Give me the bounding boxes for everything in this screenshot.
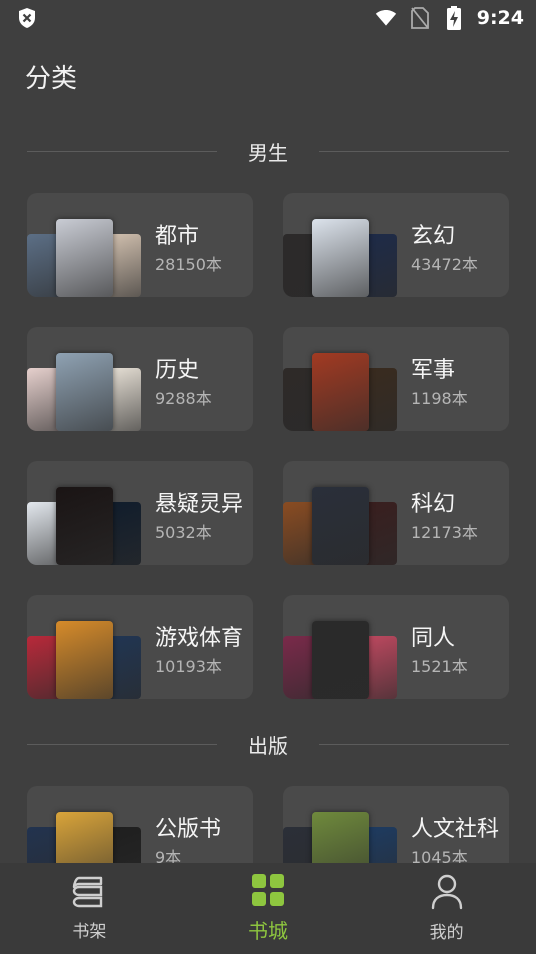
category-count: 9本: [155, 848, 182, 863]
section-title: 男生: [248, 140, 288, 165]
book-covers: [283, 786, 401, 863]
bottom-nav: 书架 书城 我的: [0, 863, 536, 954]
category-count: 1521本: [411, 657, 468, 676]
section-title: 出版: [248, 733, 288, 758]
divider: [27, 151, 217, 152]
book-covers: [27, 786, 145, 863]
book-cover-image: [56, 621, 113, 699]
book-cover-image: [312, 621, 369, 699]
wifi-icon: [375, 7, 397, 29]
category-card[interactable]: 历史 9288本: [27, 327, 253, 431]
category-count: 43472本: [411, 255, 478, 274]
category-name: 游戏体育: [155, 626, 244, 651]
book-covers: [283, 327, 401, 431]
nav-label: 我的: [429, 923, 464, 943]
book-covers: [27, 327, 145, 431]
book-covers: [283, 595, 401, 699]
nav-bookstore[interactable]: 书城: [208, 873, 328, 944]
book-cover-image: [312, 812, 369, 863]
category-name: 玄幻: [411, 224, 456, 249]
category-count: 1045本: [411, 848, 468, 863]
book-cover-image: [312, 219, 369, 297]
category-name: 悬疑灵异: [155, 492, 244, 517]
book-cover-image: [56, 812, 113, 863]
category-grid-male: 都市 28150本 玄幻 43472本 历史 9288本 军事 1198本 悬疑灵异 50…: [0, 184, 536, 699]
category-name: 都市: [155, 224, 200, 249]
category-card[interactable]: 游戏体育 10193本: [27, 595, 253, 699]
category-name: 人文社科: [411, 817, 500, 842]
book-cover-image: [312, 487, 369, 565]
nav-label: 书架: [72, 922, 107, 942]
divider: [319, 744, 509, 745]
category-card[interactable]: 人文社科 1045本: [283, 786, 509, 863]
category-count: 28150本: [155, 255, 222, 274]
book-cover-image: [312, 353, 369, 431]
category-name: 科幻: [411, 492, 456, 517]
section-header-male: 男生: [0, 118, 536, 184]
category-count: 12173本: [411, 523, 478, 542]
status-time: 9:24: [476, 7, 524, 29]
category-card[interactable]: 公版书 9本: [27, 786, 253, 863]
category-card[interactable]: 都市 28150本: [27, 193, 253, 297]
category-count: 5032本: [155, 523, 212, 542]
category-card[interactable]: 玄幻 43472本: [283, 193, 509, 297]
shield-block-icon: [16, 7, 38, 29]
status-bar: 9:24: [0, 0, 536, 36]
nav-profile[interactable]: 我的: [387, 874, 507, 943]
category-card[interactable]: 科幻 12173本: [283, 461, 509, 565]
nav-label: 书城: [247, 919, 288, 943]
category-grid-publish: 公版书 9本 人文社科 1045本: [0, 777, 536, 863]
category-name: 同人: [411, 626, 456, 651]
category-card[interactable]: 悬疑灵异 5032本: [27, 461, 253, 565]
page-title: 分类: [25, 64, 78, 94]
profile-icon: [430, 874, 464, 914]
no-sim-icon: [409, 7, 431, 29]
book-covers: [283, 193, 401, 297]
book-covers: [27, 461, 145, 565]
category-card[interactable]: 同人 1521本: [283, 595, 509, 699]
battery-charging-icon: [443, 6, 465, 30]
book-cover-image: [56, 353, 113, 431]
section-header-publish: 出版: [0, 711, 536, 777]
book-cover-image: [56, 487, 113, 565]
book-cover-image: [56, 219, 113, 297]
bookshelf-icon: [71, 875, 107, 913]
category-scroll-area[interactable]: 男生 都市 28150本 玄幻 43472本 历史 9288本 军事 1198本 悬疑灵…: [0, 118, 536, 863]
divider: [27, 744, 217, 745]
category-name: 军事: [411, 358, 456, 383]
category-count: 9288本: [155, 389, 212, 408]
category-card[interactable]: 军事 1198本: [283, 327, 509, 431]
book-covers: [27, 193, 145, 297]
divider: [319, 151, 509, 152]
category-count: 1198本: [411, 389, 468, 408]
book-covers: [283, 461, 401, 565]
category-name: 历史: [155, 358, 200, 383]
book-covers: [27, 595, 145, 699]
nav-bookshelf[interactable]: 书架: [29, 875, 149, 942]
category-count: 10193本: [155, 657, 222, 676]
bookstore-grid-icon: [251, 873, 285, 911]
category-name: 公版书: [155, 817, 222, 842]
